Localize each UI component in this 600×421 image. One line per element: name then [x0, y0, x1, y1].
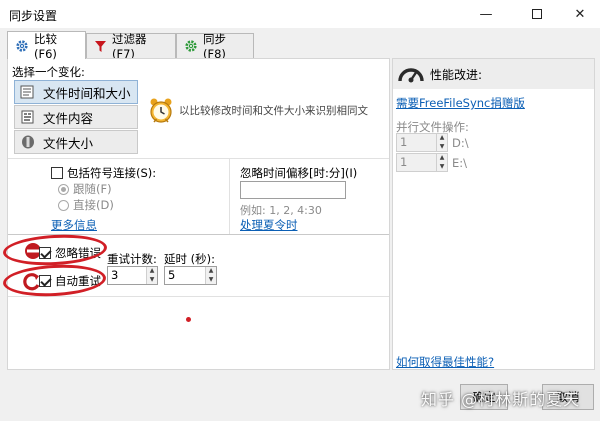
- tab-filter-label: 过滤器 (F7): [112, 32, 147, 61]
- symlink-direct-label: 直接(D): [73, 198, 114, 212]
- parallel-ops-d-stepper[interactable]: 1 ▲ ▼: [396, 133, 448, 152]
- variant-content-button[interactable]: 文件内容: [14, 105, 138, 129]
- drive-d-label: D:\: [452, 136, 469, 150]
- filter-icon: [95, 40, 106, 52]
- symlink-follow-option[interactable]: 跟随(F): [58, 181, 112, 197]
- delay-value[interactable]: 5: [165, 267, 205, 284]
- minimize-icon: —: [479, 6, 493, 22]
- time-shift-input[interactable]: [240, 181, 346, 199]
- drive-e-label: E:\: [452, 156, 468, 170]
- donation-edition-link[interactable]: 需要FreeFileSync捐赠版: [396, 95, 525, 111]
- divider: [8, 296, 389, 297]
- retry-count-label: 重试计数:: [107, 252, 157, 266]
- performance-title: 性能改进:: [430, 67, 483, 82]
- symlink-follow-label: 跟随(F): [73, 182, 112, 196]
- tab-sync-label: 同步 (F8): [203, 32, 226, 61]
- close-button[interactable]: ✕: [560, 0, 600, 28]
- variant-time-size-label: 文件时间和大小: [43, 85, 131, 101]
- sync-settings-window: 同步设置 — ✕ 比较 (F6) 过滤器 (F7) 同步 (F8) 选择一个变化…: [0, 0, 600, 421]
- maximize-icon: [532, 9, 542, 19]
- spin-down-icon[interactable]: ▼: [437, 142, 447, 151]
- tab-compare[interactable]: 比较 (F6): [7, 31, 86, 61]
- close-icon: ✕: [574, 6, 586, 22]
- divider: [8, 158, 389, 159]
- parallel-ops-e-stepper[interactable]: 1 ▲ ▼: [396, 153, 448, 172]
- tab-compare-label: 比较 (F6): [34, 31, 57, 61]
- file-content-icon: [21, 110, 34, 124]
- spin-down-icon[interactable]: ▼: [147, 275, 157, 284]
- symlink-direct-radio[interactable]: [58, 199, 69, 211]
- compare-variant-label: 选择一个变化:: [12, 65, 85, 79]
- file-size-icon: [22, 135, 34, 149]
- title-bar: 同步设置 — ✕: [0, 0, 600, 28]
- spin-up-icon[interactable]: ▲: [206, 267, 216, 276]
- divider: [229, 158, 230, 234]
- symlink-label: 包括符号连接(S):: [67, 166, 157, 180]
- best-performance-link[interactable]: 如何取得最佳性能?: [396, 354, 494, 370]
- spin-down-icon[interactable]: ▼: [206, 275, 216, 284]
- spin-up-icon[interactable]: ▲: [437, 134, 447, 143]
- annotation-dot: [186, 317, 191, 322]
- window-title: 同步设置: [9, 9, 58, 23]
- time-size-icon: [20, 85, 34, 99]
- dst-link[interactable]: 处理夏令时: [240, 217, 298, 233]
- more-info-link[interactable]: 更多信息: [51, 217, 97, 233]
- performance-header: 性能改进:: [393, 59, 594, 89]
- symlink-checkbox[interactable]: [51, 167, 63, 179]
- annotation-ellipse: [2, 262, 107, 299]
- symlink-option[interactable]: 包括符号连接(S):: [51, 165, 156, 181]
- minimize-button[interactable]: —: [463, 0, 509, 28]
- delay-stepper[interactable]: 5 ▲ ▼: [164, 266, 217, 285]
- parallel-ops-d-value[interactable]: 1: [397, 134, 436, 151]
- tab-filter[interactable]: 过滤器 (F7): [86, 32, 176, 61]
- spin-up-icon[interactable]: ▲: [147, 267, 157, 276]
- gear-icon: [16, 39, 28, 52]
- retry-count-stepper[interactable]: 3 ▲ ▼: [107, 266, 158, 285]
- retry-count-value[interactable]: 3: [108, 267, 146, 284]
- annotation-ellipse: [2, 232, 108, 268]
- spin-up-icon[interactable]: ▲: [437, 154, 447, 163]
- sync-gear-icon: [185, 40, 197, 52]
- maximize-button[interactable]: [514, 0, 560, 28]
- variant-time-size-button[interactable]: 文件时间和大小: [14, 80, 138, 104]
- speedometer-icon: [398, 68, 424, 83]
- time-shift-example: 例如: 1, 2, 4:30: [240, 204, 322, 217]
- delay-label: 延时 (秒):: [164, 252, 216, 266]
- variant-description: 以比较修改时间和文件大小来识别相同文: [179, 105, 368, 117]
- clock-icon: [150, 98, 172, 123]
- parallel-ops-e-value[interactable]: 1: [397, 154, 436, 171]
- symlink-follow-radio[interactable]: [58, 183, 69, 195]
- variant-size-label: 文件大小: [43, 135, 94, 151]
- tab-sync[interactable]: 同步 (F8): [176, 32, 254, 61]
- variant-size-button[interactable]: 文件大小: [14, 130, 138, 154]
- variant-content-label: 文件内容: [43, 110, 94, 126]
- compare-panel: 选择一个变化: 文件时间和大小 文件内容 文件大小 以比较修改时间和文件大小来识…: [2, 58, 390, 370]
- watermark: 知乎 @柯林斯的夏天: [421, 390, 581, 409]
- time-shift-label: 忽略时间偏移[时:分](I): [240, 166, 358, 180]
- symlink-direct-option[interactable]: 直接(D): [58, 197, 114, 213]
- performance-panel: 性能改进: 需要FreeFileSync捐赠版 并行文件操作: 1 ▲ ▼ D:\…: [392, 58, 595, 370]
- spin-down-icon[interactable]: ▼: [437, 162, 447, 171]
